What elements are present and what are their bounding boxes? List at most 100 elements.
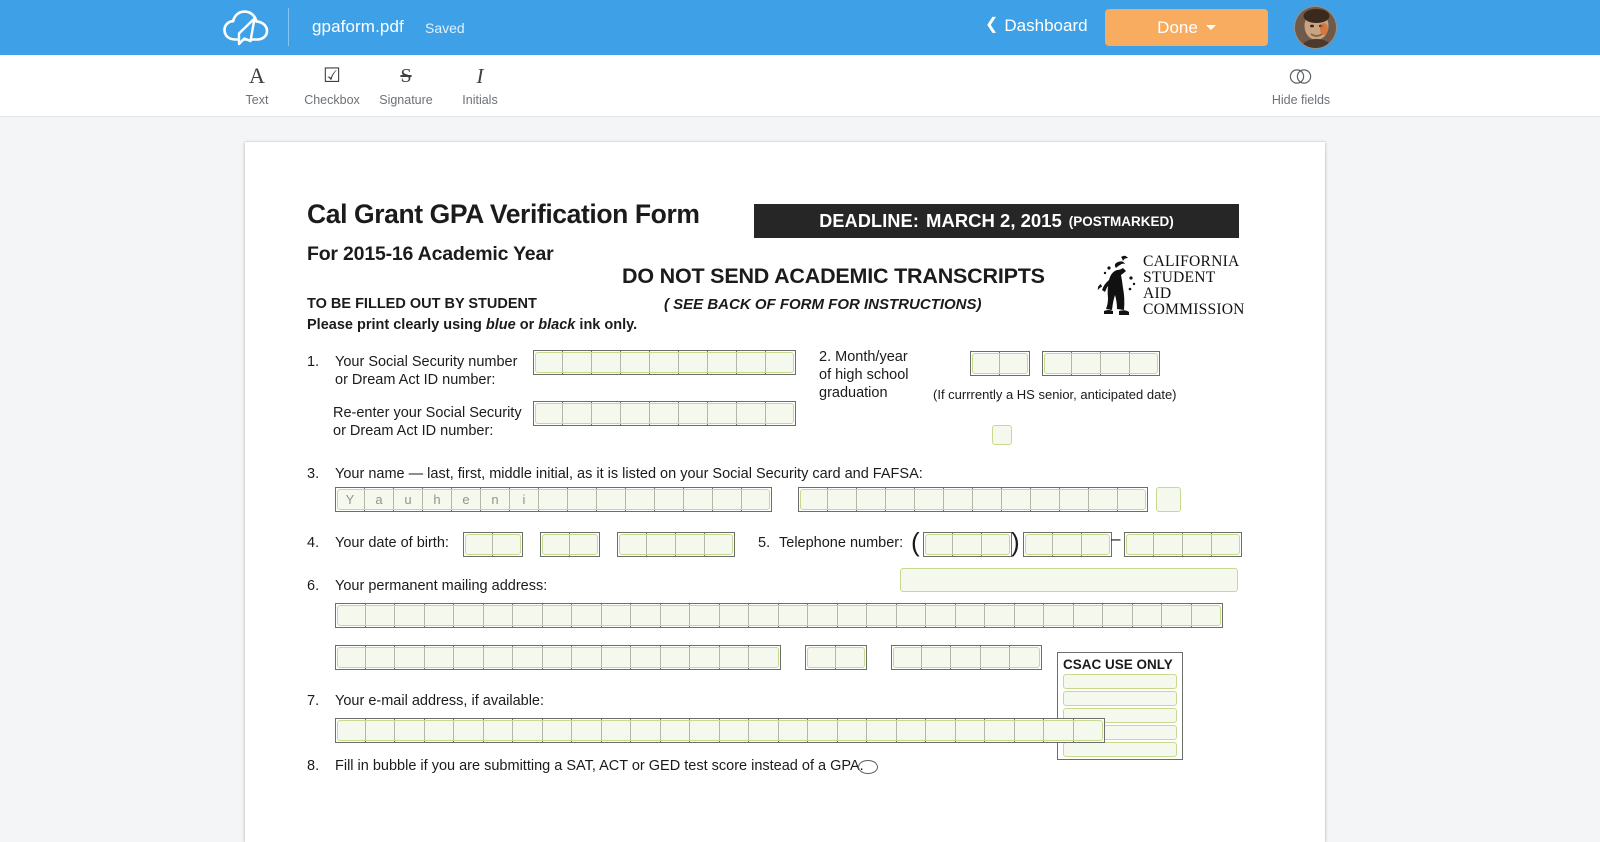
q4-day-field[interactable] bbox=[540, 532, 600, 557]
csac-use-only-line[interactable] bbox=[1063, 691, 1177, 706]
comb-cell[interactable] bbox=[808, 719, 838, 742]
comb-cell[interactable] bbox=[1130, 352, 1159, 375]
comb-cell[interactable] bbox=[1162, 604, 1192, 627]
comb-cell[interactable] bbox=[897, 604, 926, 627]
comb-cell[interactable] bbox=[661, 604, 690, 627]
comb-cell[interactable] bbox=[336, 646, 366, 669]
comb-cell[interactable] bbox=[602, 646, 631, 669]
comb-cell[interactable] bbox=[592, 351, 621, 374]
comb-cell[interactable] bbox=[828, 488, 857, 511]
q2-extra-checkbox-field[interactable] bbox=[992, 425, 1012, 445]
comb-cell[interactable] bbox=[425, 646, 454, 669]
comb-cell[interactable] bbox=[592, 402, 621, 425]
q6-address-line1-field[interactable] bbox=[335, 603, 1223, 628]
comb-cell[interactable] bbox=[956, 604, 985, 627]
comb-cell[interactable] bbox=[799, 488, 828, 511]
comb-cell[interactable] bbox=[981, 646, 1010, 669]
comb-cell[interactable] bbox=[897, 719, 926, 742]
comb-cell[interactable] bbox=[720, 719, 749, 742]
comb-cell[interactable] bbox=[742, 488, 771, 511]
comb-cell[interactable] bbox=[1044, 719, 1074, 742]
comb-cell[interactable] bbox=[572, 604, 602, 627]
comb-cell[interactable] bbox=[708, 402, 737, 425]
comb-cell[interactable] bbox=[953, 533, 982, 556]
radio-bubble-icon[interactable] bbox=[858, 760, 878, 774]
comb-cell[interactable] bbox=[484, 646, 513, 669]
comb-cell[interactable] bbox=[690, 719, 720, 742]
comb-cell[interactable] bbox=[543, 604, 572, 627]
dashboard-link[interactable]: ❮ Dashboard bbox=[985, 16, 1088, 36]
comb-cell[interactable] bbox=[513, 646, 543, 669]
user-avatar[interactable] bbox=[1294, 6, 1337, 49]
comb-cell[interactable] bbox=[1060, 488, 1089, 511]
q7-email-field[interactable] bbox=[335, 718, 1105, 743]
comb-cell[interactable] bbox=[493, 533, 522, 556]
comb-cell[interactable] bbox=[454, 719, 484, 742]
comb-cell[interactable]: Y bbox=[336, 488, 365, 511]
comb-cell[interactable] bbox=[425, 719, 454, 742]
comb-cell[interactable] bbox=[720, 646, 749, 669]
comb-cell[interactable] bbox=[779, 719, 808, 742]
comb-cell[interactable] bbox=[572, 719, 602, 742]
comb-cell[interactable] bbox=[621, 351, 650, 374]
comb-cell[interactable] bbox=[366, 646, 395, 669]
comb-cell[interactable] bbox=[705, 533, 734, 556]
comb-cell[interactable] bbox=[708, 351, 737, 374]
comb-cell[interactable] bbox=[661, 719, 690, 742]
comb-cell[interactable] bbox=[713, 488, 742, 511]
q2-month-field[interactable] bbox=[970, 351, 1030, 376]
comb-cell[interactable] bbox=[720, 604, 749, 627]
comb-cell[interactable] bbox=[366, 604, 395, 627]
comb-cell[interactable] bbox=[1015, 719, 1044, 742]
comb-cell[interactable] bbox=[749, 604, 779, 627]
hide-fields-toggle[interactable]: Hide fields bbox=[1253, 63, 1349, 107]
comb-cell[interactable] bbox=[749, 646, 779, 669]
comb-cell[interactable] bbox=[513, 719, 543, 742]
q6-state-field[interactable] bbox=[805, 645, 867, 670]
comb-cell[interactable] bbox=[1074, 604, 1103, 627]
comb-cell[interactable] bbox=[1103, 604, 1133, 627]
comb-cell[interactable] bbox=[971, 352, 1000, 375]
comb-cell[interactable] bbox=[655, 488, 684, 511]
comb-cell[interactable] bbox=[563, 351, 592, 374]
comb-cell[interactable] bbox=[1015, 604, 1044, 627]
comb-cell[interactable] bbox=[779, 604, 808, 627]
comb-cell[interactable] bbox=[572, 646, 602, 669]
comb-cell[interactable] bbox=[543, 719, 572, 742]
done-button[interactable]: Done bbox=[1105, 9, 1268, 46]
comb-cell[interactable] bbox=[541, 533, 570, 556]
comb-cell[interactable] bbox=[570, 533, 599, 556]
comb-cell[interactable] bbox=[425, 604, 454, 627]
comb-cell[interactable] bbox=[1089, 488, 1118, 511]
comb-cell[interactable] bbox=[886, 488, 915, 511]
comb-cell[interactable] bbox=[539, 488, 568, 511]
comb-cell[interactable]: u bbox=[394, 488, 423, 511]
comb-cell[interactable] bbox=[464, 533, 493, 556]
comb-cell[interactable] bbox=[808, 604, 838, 627]
comb-cell[interactable] bbox=[867, 604, 897, 627]
comb-cell[interactable] bbox=[650, 402, 679, 425]
comb-cell[interactable] bbox=[395, 646, 425, 669]
comb-cell[interactable]: h bbox=[423, 488, 452, 511]
comb-cell[interactable] bbox=[543, 646, 572, 669]
q6-zip-field[interactable] bbox=[891, 645, 1042, 670]
comb-cell[interactable] bbox=[618, 533, 647, 556]
comb-cell[interactable] bbox=[951, 646, 981, 669]
comb-cell[interactable] bbox=[568, 488, 597, 511]
comb-cell[interactable] bbox=[661, 646, 690, 669]
comb-cell[interactable] bbox=[366, 719, 395, 742]
comb-cell[interactable] bbox=[454, 604, 484, 627]
comb-cell[interactable] bbox=[1074, 719, 1104, 742]
q3-name-left-field[interactable]: Yauheni bbox=[335, 487, 772, 512]
csac-use-only-line[interactable] bbox=[1063, 674, 1177, 689]
comb-cell[interactable] bbox=[1053, 533, 1082, 556]
comb-cell[interactable] bbox=[484, 604, 513, 627]
q2-year-field[interactable] bbox=[1042, 351, 1160, 376]
comb-cell[interactable] bbox=[1044, 604, 1074, 627]
comb-cell[interactable] bbox=[737, 351, 766, 374]
q1-ssn-reenter-field[interactable] bbox=[533, 401, 796, 426]
pdf-page[interactable]: Cal Grant GPA Verification Form For 2015… bbox=[245, 142, 1325, 842]
q3-middle-initial-field[interactable] bbox=[1156, 487, 1181, 512]
comb-cell[interactable] bbox=[867, 719, 897, 742]
comb-cell[interactable] bbox=[1212, 533, 1241, 556]
